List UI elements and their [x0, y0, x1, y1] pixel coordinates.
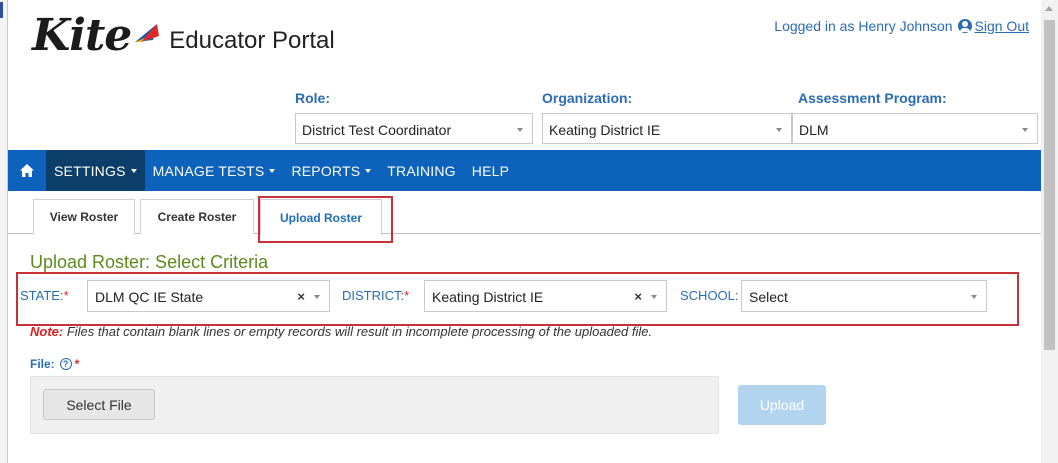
logo[interactable]: Kite Educator Portal [32, 14, 335, 58]
nav-help-label: HELP [471, 162, 510, 179]
nav-reports-label: REPORTS [291, 162, 361, 179]
chevron-down-icon [365, 169, 372, 173]
nav-manage-tests-label: MANAGE TESTS [152, 162, 265, 179]
nav-help[interactable]: HELP [464, 150, 517, 191]
user-icon [957, 19, 972, 33]
note-prefix: Note: [30, 324, 64, 339]
role-label: Role: [295, 90, 330, 106]
chevron-down-icon [314, 295, 320, 299]
state-select[interactable]: DLM QC IE State × [87, 280, 330, 312]
assessment-program-label: Assessment Program: [798, 90, 947, 106]
home-button[interactable] [8, 150, 46, 191]
state-label-text: STATE: [20, 288, 64, 303]
file-label: File: ? * [30, 357, 79, 371]
logo-kite-text: Kite [32, 10, 132, 61]
nav-training[interactable]: TRAINING [379, 150, 464, 191]
role-select[interactable]: District Test Coordinator [295, 113, 533, 144]
state-label: STATE:* [20, 288, 69, 303]
header: Kite Educator Portal Logged in as Henry … [8, 0, 1041, 150]
district-value: Keating District IE [432, 289, 544, 305]
district-required-mark: * [404, 288, 410, 303]
assessment-program-value: DLM [799, 122, 829, 138]
nav-reports[interactable]: REPORTS [283, 150, 379, 191]
school-select[interactable]: Select [741, 280, 987, 312]
organization-value: Keating District IE [549, 122, 661, 138]
file-drop-area: Select File [30, 376, 719, 434]
nav-training-label: TRAINING [387, 162, 456, 179]
district-label-text: DISTRICT: [342, 288, 405, 303]
chevron-down-icon [776, 128, 782, 132]
section-title: Upload Roster: Select Criteria [30, 252, 269, 272]
main-nav: SETTINGS MANAGE TESTS REPORTS TRAINING H… [8, 150, 1041, 191]
chevron-down-icon [269, 169, 276, 173]
scroll-up-arrow-icon[interactable] [1045, 6, 1053, 11]
file-label-text: File: [30, 357, 55, 371]
sign-out-link[interactable]: Sign Out [975, 18, 1029, 34]
user-bar: Logged in as Henry Johnson Sign Out [774, 18, 1029, 34]
state-value: DLM QC IE State [95, 289, 204, 305]
role-group: Role: District Test Coordinator [295, 90, 533, 144]
roster-tabs: View Roster Create Roster Upload Roster [8, 192, 1041, 235]
logged-in-text: Logged in as Henry Johnson [774, 18, 953, 34]
kite-logo-icon [135, 24, 160, 42]
organization-group: Organization: Keating District IE [542, 90, 792, 144]
tab-create-roster[interactable]: Create Roster [140, 199, 254, 234]
chevron-down-icon [517, 128, 523, 132]
school-value: Select [749, 289, 788, 305]
select-file-button[interactable]: Select File [43, 389, 155, 420]
chevron-down-icon [971, 295, 977, 299]
organization-label: Organization: [542, 90, 633, 106]
help-icon[interactable]: ? [59, 358, 72, 370]
note-text: Note: Files that contain blank lines or … [30, 324, 652, 339]
assessment-program-select[interactable]: DLM [792, 113, 1038, 144]
tab-view-roster[interactable]: View Roster [33, 199, 135, 234]
state-required-mark: * [63, 288, 69, 303]
district-clear-icon[interactable]: × [634, 289, 642, 304]
tab-view-roster-label: View Roster [49, 210, 119, 224]
assessment-program-group: Assessment Program: DLM [792, 90, 1038, 144]
chevron-down-icon [651, 295, 657, 299]
note-body: Files that contain blank lines or empty … [63, 324, 653, 339]
vertical-scrollbar[interactable] [1041, 0, 1058, 463]
tab-upload-roster-label: Upload Roster [279, 210, 362, 225]
nav-manage-tests[interactable]: MANAGE TESTS [145, 150, 284, 191]
portal-name: Educator Portal [169, 27, 335, 54]
tab-upload-roster[interactable]: Upload Roster [260, 199, 382, 235]
chevron-down-icon [130, 169, 137, 173]
upload-button[interactable]: Upload [738, 385, 826, 425]
left-window-edge [0, 0, 8, 463]
district-select[interactable]: Keating District IE × [424, 280, 667, 312]
nav-settings[interactable]: SETTINGS [46, 150, 145, 191]
district-label: DISTRICT:* [342, 288, 409, 303]
organization-select[interactable]: Keating District IE [542, 113, 792, 144]
edge-marker [0, 2, 3, 18]
tab-create-roster-label: Create Roster [157, 210, 237, 224]
school-label: SCHOOL: [680, 288, 739, 303]
role-value: District Test Coordinator [302, 122, 452, 138]
file-required-mark: * [74, 357, 80, 371]
scrollbar-thumb[interactable] [1044, 20, 1055, 350]
home-icon [20, 164, 34, 177]
nav-settings-label: SETTINGS [54, 162, 126, 179]
state-clear-icon[interactable]: × [297, 289, 305, 304]
chevron-down-icon [1022, 128, 1028, 132]
